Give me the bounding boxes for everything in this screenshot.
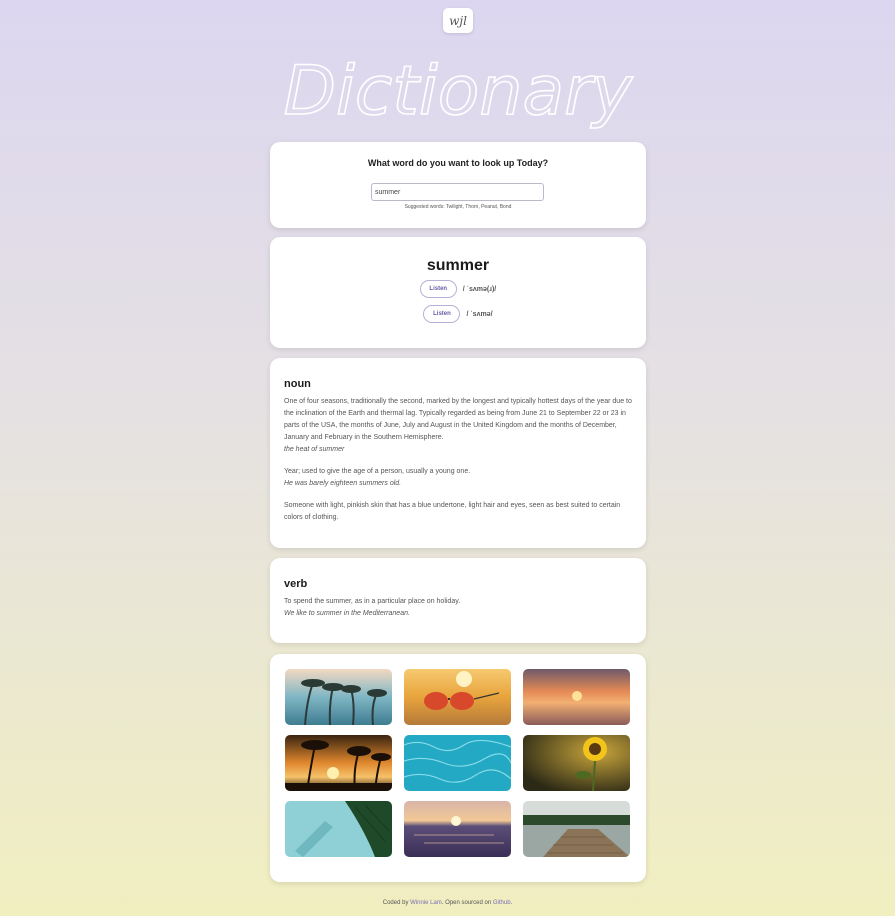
lake-dock-photo[interactable] xyxy=(523,801,630,857)
listen-button[interactable]: Listen xyxy=(423,305,461,323)
meaning-card-noun: noun One of four seasons, traditionally … xyxy=(270,358,646,548)
word-card: summer Listen / ˈsʌmə(ɹ)/ Listen / ˈsʌmə… xyxy=(270,237,646,348)
definition-text: Year; used to give the age of a person, … xyxy=(284,468,471,475)
definition-text: One of four seasons, traditionally the s… xyxy=(284,398,632,441)
headword: summer xyxy=(426,257,490,274)
definition-example: He was barely eighteen summers old. xyxy=(284,480,402,487)
definition-item: Year; used to give the age of a person, … xyxy=(284,466,632,490)
definition-item: Someone with light, pinkish skin that ha… xyxy=(284,500,632,524)
github-link[interactable]: Github xyxy=(493,900,511,906)
suggested-words: Suggested words: Twilight, Thorn, Peanut… xyxy=(404,204,512,210)
footer-suffix: . xyxy=(510,900,513,906)
pool-water-photo[interactable] xyxy=(404,735,511,791)
definition-example: the heat of summer xyxy=(284,446,345,453)
phonetic-text: / ˈsʌmə(ɹ)/ xyxy=(462,285,497,293)
definition-example: We like to summer in the Mediterranean. xyxy=(284,610,410,617)
author-link[interactable]: Winnie Lam xyxy=(410,900,442,906)
definition-text: To spend the summer, as in a particular … xyxy=(284,598,461,605)
definition-item: One of four seasons, traditionally the s… xyxy=(284,396,632,456)
search-input[interactable] xyxy=(371,183,544,201)
search-question: What word do you want to look up Today? xyxy=(367,158,549,168)
definition-item: To spend the summer, as in a particular … xyxy=(284,596,632,620)
part-of-speech: verb xyxy=(284,578,308,590)
footer-middle: . Open sourced on xyxy=(441,900,492,906)
logo: wjl xyxy=(443,8,473,33)
page-title: Dictionary xyxy=(0,50,895,140)
sunset-sea-photo[interactable] xyxy=(523,669,630,725)
photos-card xyxy=(270,654,646,882)
definition-text: Someone with light, pinkish skin that ha… xyxy=(284,502,621,521)
ocean-sunset-photo[interactable] xyxy=(404,801,511,857)
phonetic-row: Listen / ˈsʌmə(ɹ)/ xyxy=(270,280,646,298)
phonetic-text: / ˈsʌmə/ xyxy=(466,310,493,318)
part-of-speech: noun xyxy=(284,378,311,390)
palm-leaf-pool-photo[interactable] xyxy=(285,801,392,857)
phonetic-row: Listen / ˈsʌmə/ xyxy=(270,305,646,323)
footer-prefix: Coded by xyxy=(382,900,409,906)
sunglasses-beach-photo[interactable] xyxy=(404,669,511,725)
page-title-text: Dictionary xyxy=(284,52,634,131)
footer: Coded by Winnie Lam. Open sourced on Git… xyxy=(0,900,895,906)
sunflower-photo[interactable] xyxy=(523,735,630,791)
palm-trees-photo[interactable] xyxy=(285,669,392,725)
listen-button[interactable]: Listen xyxy=(419,280,457,298)
search-card: What word do you want to look up Today? … xyxy=(270,142,646,228)
meaning-card-verb: verb To spend the summer, as in a partic… xyxy=(270,558,646,643)
palm-sunset-photo[interactable] xyxy=(285,735,392,791)
logo-text: wjl xyxy=(449,13,467,28)
